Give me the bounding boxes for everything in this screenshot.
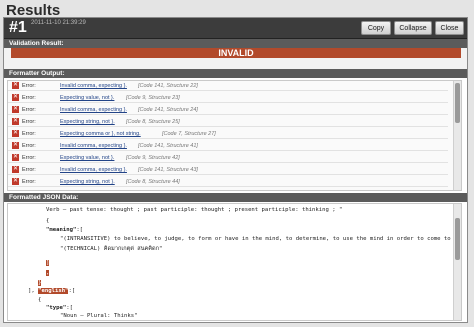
json-line: { — [46, 218, 50, 224]
error-label: Error: — [22, 83, 36, 89]
error-code: [Code 9, Structure 23] — [126, 95, 180, 101]
error-icon: ✕ — [12, 94, 19, 101]
error-icon: ✕ — [12, 154, 19, 161]
formatter-scrollbar[interactable] — [453, 81, 461, 190]
error-code: [Code 141, Structure 41] — [138, 143, 198, 149]
json-line: { — [38, 297, 42, 303]
error-message-link[interactable]: Expecting value, not }. — [60, 153, 114, 163]
error-row: ✕ Error: Expecting value, not }. [Code 9, S… — [8, 93, 448, 103]
copy-button[interactable]: Copy — [361, 21, 391, 35]
result-number: #1 — [9, 19, 27, 36]
json-scrollbar-thumb[interactable] — [455, 218, 460, 260]
error-icon: ✕ — [12, 178, 19, 185]
json-line: "(TECHNICAL) คิดมากเกตุต่ สนคคิดก" — [60, 246, 163, 252]
formatter-scrollbar-thumb[interactable] — [455, 83, 460, 123]
json-line: "(INTRANSITIVE) to believe, to judge, to… — [60, 236, 451, 242]
error-label: Error: — [22, 179, 36, 185]
close-button[interactable]: Close — [435, 21, 464, 35]
json-key-english: "english" — [38, 288, 69, 294]
error-icon: ✕ — [12, 118, 19, 125]
validation-result-area: INVALID — [4, 48, 467, 69]
error-message-link[interactable]: Invalid comma, expecting }. — [60, 165, 127, 175]
json-punct: ], — [28, 288, 35, 294]
json-line: "type":[ — [46, 305, 73, 311]
error-message-link[interactable]: Expecting string, not }. — [60, 177, 115, 187]
json-punct: :[ — [66, 305, 73, 311]
error-label: Error: — [22, 107, 36, 113]
error-message-link[interactable]: Expecting comma or }, not string. — [60, 129, 141, 139]
error-row: ✕ Error: Expecting string, not }. [Code 8, … — [8, 117, 448, 127]
error-icon: ✕ — [12, 82, 19, 89]
collapse-button[interactable]: Collapse — [394, 21, 432, 35]
result-timestamp: 2011-11-10 21:39:29 — [31, 20, 86, 26]
error-label: Error: — [22, 155, 36, 161]
result-panel: #1 2011-11-10 21:39:29 Copy Collapse Clo… — [3, 17, 468, 323]
error-message-link[interactable]: Expecting value, not }. — [60, 93, 114, 103]
formatter-output-list: ✕ Error: Invalid comma, expecting }. [Code … — [7, 80, 462, 191]
result-header: #1 2011-11-10 21:39:29 Copy Collapse Clo… — [4, 18, 467, 39]
error-code: [Code 141, Structure 22] — [138, 83, 198, 89]
formatted-json-view: Verb — past tense: thought ; past partic… — [7, 203, 462, 321]
validation-status-banner: INVALID — [11, 48, 461, 58]
error-message-link[interactable]: Invalid comma, expecting }. — [60, 81, 127, 91]
error-row: ✕ Error: Expecting comma or }, not string.… — [8, 129, 448, 139]
error-message-link[interactable]: Expecting string, not }. — [60, 117, 115, 127]
error-label: Error: — [22, 167, 36, 173]
json-key: "meaning" — [46, 227, 77, 233]
json-scrollbar[interactable] — [453, 204, 461, 320]
error-label: Error: — [22, 131, 36, 137]
error-row: ✕ Error: Invalid comma, expecting }. [Code … — [8, 105, 448, 115]
json-line: "Noun — Plural: Thinks" — [60, 313, 138, 319]
json-key: "type" — [46, 305, 67, 311]
error-icon: ✕ — [12, 142, 19, 149]
error-icon: ✕ — [12, 106, 19, 113]
error-row: ✕ Error: Invalid comma, expecting }. [Code … — [8, 81, 448, 91]
json-error-highlight: , — [46, 270, 50, 276]
json-heading: Formatted JSON Data: — [4, 193, 467, 202]
error-code: [Code 141, Structure 43] — [138, 167, 198, 173]
formatter-heading: Formatter Output: — [4, 69, 467, 78]
error-label: Error: — [22, 143, 36, 149]
json-punct: :[ — [68, 288, 76, 294]
error-icon: ✕ — [12, 166, 19, 173]
json-punct: :[ — [76, 227, 84, 233]
error-code: [Code 8, Structure 25] — [126, 119, 180, 125]
error-row: ✕ Error: Expecting value, not }. [Code 9, S… — [8, 153, 448, 163]
error-icon: ✕ — [12, 130, 19, 137]
json-line: "meaning":[ — [46, 227, 83, 233]
error-row: ✕ Error: Invalid comma, expecting }. [Code … — [8, 165, 448, 175]
json-line: Verb — past tense: thought ; past partic… — [46, 207, 343, 213]
error-message-link[interactable]: Invalid comma, expecting }. — [60, 105, 127, 115]
json-error-highlight: } — [38, 280, 42, 286]
error-code: [Code 141, Structure 24] — [138, 107, 198, 113]
json-error-highlight: ] — [46, 260, 50, 266]
error-message-link[interactable]: Invalid comma, expecting }. — [60, 141, 127, 151]
validation-heading: Validation Result: — [4, 39, 467, 48]
error-code: [Code 8, Structure 44] — [126, 179, 180, 185]
json-line: ], "english":[ — [28, 288, 75, 294]
error-code: [Code 7, Structure 27] — [162, 131, 216, 137]
error-label: Error: — [22, 95, 36, 101]
error-row: ✕ Error: Invalid comma, expecting }. [Code … — [8, 141, 448, 151]
error-code: [Code 9, Structure 42] — [126, 155, 180, 161]
error-label: Error: — [22, 119, 36, 125]
error-row: ✕ Error: Expecting string, not }. [Code 8, … — [8, 177, 448, 187]
